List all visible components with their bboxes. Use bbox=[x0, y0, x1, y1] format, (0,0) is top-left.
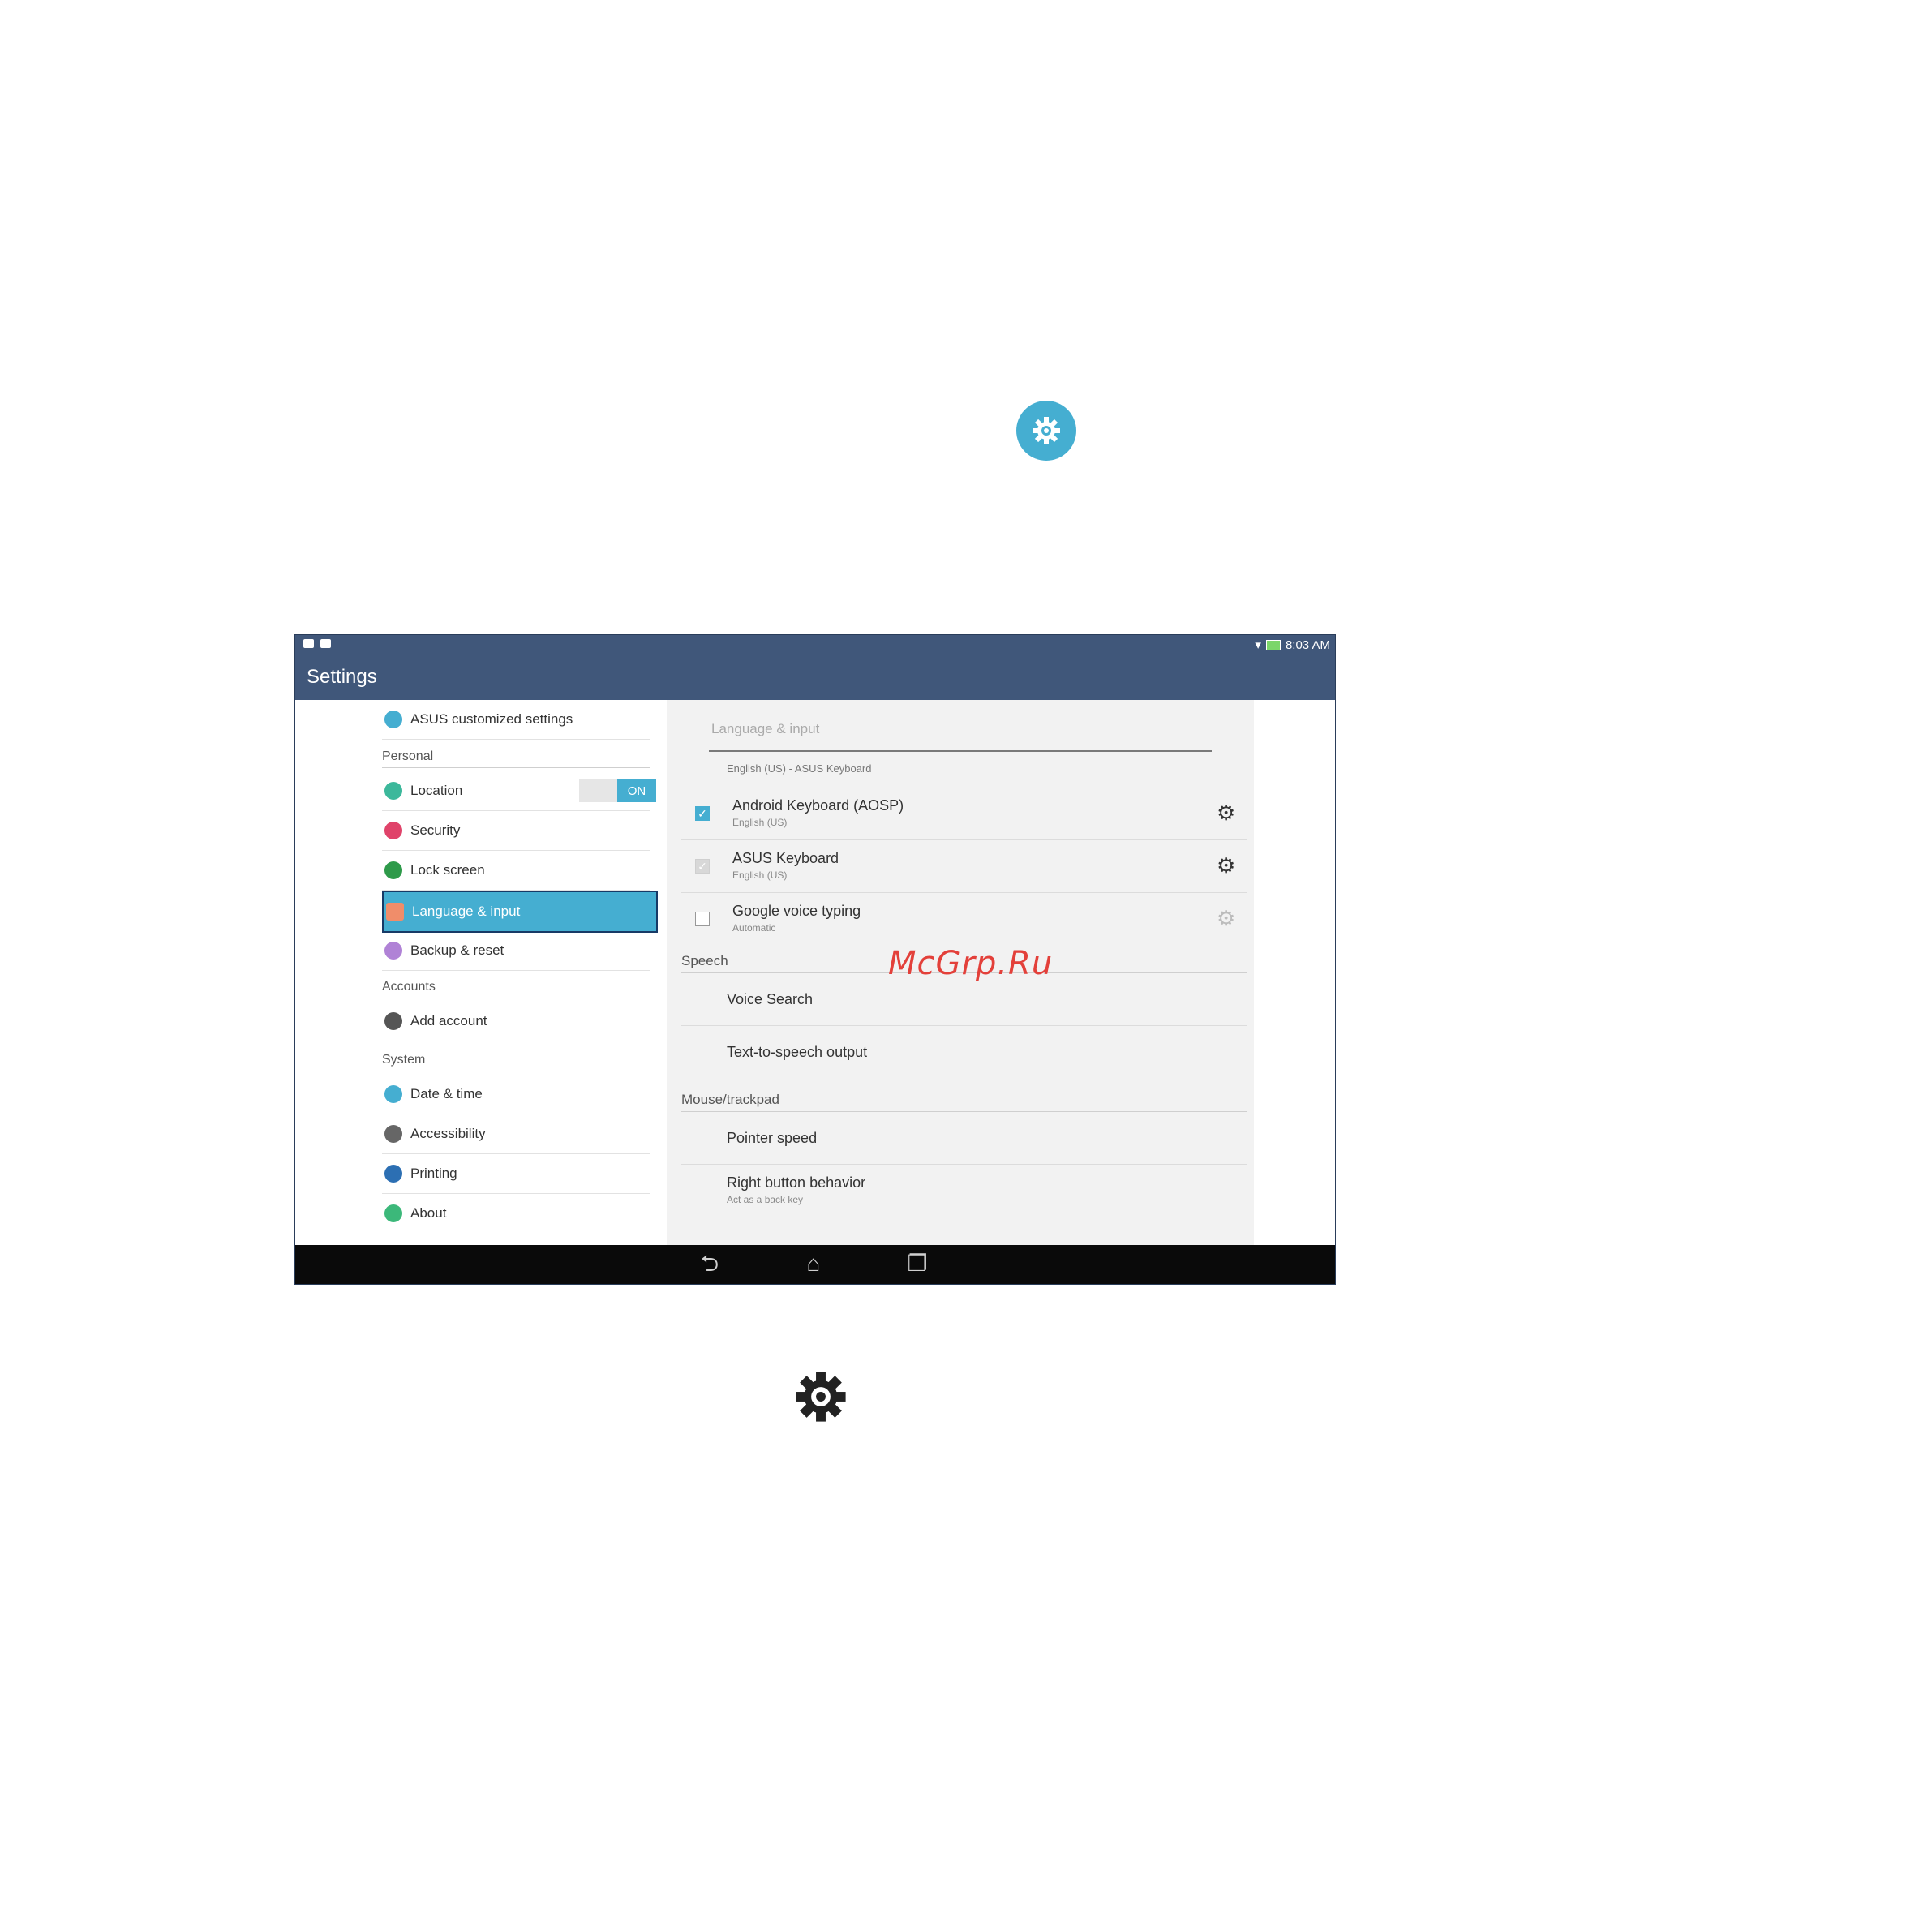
menu-item-asus-settings[interactable]: ASUS customized settings bbox=[382, 700, 650, 740]
clock-icon bbox=[384, 1085, 402, 1103]
menu-label: Backup & reset bbox=[410, 942, 504, 958]
divider bbox=[709, 750, 1212, 752]
menu-item-accessibility[interactable]: Accessibility bbox=[382, 1114, 650, 1154]
menu-label: ASUS customized settings bbox=[410, 711, 573, 727]
menu-label: Date & time bbox=[410, 1086, 483, 1101]
location-toggle[interactable]: ON bbox=[579, 779, 656, 802]
accessibility-icon bbox=[384, 1125, 402, 1143]
keyboard-item-aosp[interactable]: ✓ Android Keyboard (AOSP) English (US) ⚙ bbox=[681, 788, 1247, 840]
menu-label: Security bbox=[410, 822, 461, 838]
watermark: McGrp.Ru bbox=[888, 945, 1054, 982]
keyboard-item-asus[interactable]: ✓ ASUS Keyboard English (US) ⚙ bbox=[681, 840, 1247, 893]
lock-icon bbox=[384, 822, 402, 839]
checkbox[interactable]: ✓ bbox=[695, 859, 710, 874]
backup-icon bbox=[384, 942, 402, 960]
language-icon bbox=[386, 903, 404, 921]
keyboard-label: Android Keyboard (AOSP) bbox=[732, 797, 904, 814]
item-label: Pointer speed bbox=[727, 1130, 818, 1146]
printer-icon bbox=[384, 1165, 402, 1183]
add-icon bbox=[384, 1012, 402, 1030]
menu-label: Printing bbox=[410, 1166, 457, 1181]
lock-screen-icon bbox=[384, 861, 402, 879]
pointer-speed-item[interactable]: Pointer speed bbox=[681, 1112, 1247, 1165]
toggle-on-label: ON bbox=[617, 779, 656, 802]
menu-item-date-time[interactable]: Date & time bbox=[382, 1075, 650, 1114]
status-bar: ▾ 8:03 AM bbox=[295, 635, 1335, 655]
item-label: Text-to-speech output bbox=[727, 1044, 868, 1060]
status-time: 8:03 AM bbox=[1285, 638, 1330, 652]
page-title: Settings bbox=[307, 666, 377, 688]
detail-title: Language & input bbox=[711, 721, 820, 736]
notification-icon bbox=[303, 639, 314, 648]
location-icon bbox=[384, 782, 402, 800]
menu-item-lock-screen[interactable]: Lock screen bbox=[382, 851, 650, 891]
gear-icon[interactable]: ⚙ bbox=[1217, 855, 1235, 876]
section-header-personal: Personal bbox=[382, 744, 650, 768]
menu-item-security[interactable]: Security bbox=[382, 811, 650, 851]
keyboard-item-google-voice[interactable]: Google voice typing Automatic ⚙ bbox=[681, 893, 1247, 945]
wifi-icon: ▾ bbox=[1255, 638, 1261, 652]
navigation-bar: ⮌ ⌂ ❐ bbox=[295, 1245, 1335, 1284]
asus-settings-icon bbox=[384, 711, 402, 728]
menu-item-backup-reset[interactable]: Backup & reset bbox=[382, 931, 650, 971]
right-button-item[interactable]: Right button behavior Act as a back key bbox=[681, 1165, 1247, 1217]
tts-output-item[interactable]: Text-to-speech output bbox=[681, 1026, 1247, 1078]
menu-label: Accessibility bbox=[410, 1126, 486, 1141]
menu-item-printing[interactable]: Printing bbox=[382, 1154, 650, 1194]
section-header-accounts: Accounts bbox=[382, 974, 650, 998]
keyboard-sub: English (US) bbox=[732, 817, 788, 828]
recents-icon[interactable]: ❐ bbox=[904, 1252, 931, 1276]
tablet-screenshot: ▾ 8:03 AM Settings ASUS customized setti… bbox=[294, 634, 1336, 1285]
keyboard-label: Google voice typing bbox=[732, 903, 861, 919]
menu-item-language-input[interactable]: Language & input bbox=[382, 891, 658, 933]
info-icon bbox=[384, 1204, 402, 1222]
menu-item-add-account[interactable]: Add account bbox=[382, 1002, 650, 1041]
checkbox[interactable] bbox=[695, 912, 710, 926]
gear-icon[interactable]: ⚙ bbox=[1217, 802, 1235, 823]
back-icon[interactable]: ⮌ bbox=[696, 1252, 723, 1276]
item-label: Voice Search bbox=[727, 991, 814, 1007]
menu-label: Lock screen bbox=[410, 862, 485, 878]
settings-menu: ASUS customized settings Personal Locati… bbox=[295, 700, 665, 1247]
menu-item-about[interactable]: About bbox=[382, 1194, 650, 1233]
menu-label: About bbox=[410, 1205, 447, 1221]
section-header-system: System bbox=[382, 1047, 650, 1071]
action-bar: Settings bbox=[295, 655, 1335, 700]
section-header-mouse: Mouse/trackpad bbox=[681, 1087, 1247, 1112]
default-keyboard[interactable]: English (US) - ASUS Keyboard bbox=[727, 762, 871, 775]
gear-icon bbox=[793, 1369, 848, 1424]
battery-icon bbox=[1265, 639, 1281, 650]
home-icon[interactable]: ⌂ bbox=[800, 1252, 827, 1276]
checkbox[interactable]: ✓ bbox=[695, 806, 710, 821]
menu-label: Location bbox=[410, 783, 463, 798]
keyboard-sub: Automatic bbox=[732, 922, 776, 934]
item-sub: Act as a back key bbox=[727, 1194, 804, 1205]
item-label: Right button behavior bbox=[727, 1174, 866, 1191]
file-icon bbox=[320, 639, 331, 648]
settings-circle-icon bbox=[1016, 401, 1076, 461]
keyboard-sub: English (US) bbox=[732, 869, 788, 881]
gear-icon[interactable]: ⚙ bbox=[1217, 908, 1235, 929]
menu-label: Language & input bbox=[412, 904, 521, 919]
menu-label: Add account bbox=[410, 1013, 487, 1028]
keyboard-label: ASUS Keyboard bbox=[732, 850, 839, 866]
